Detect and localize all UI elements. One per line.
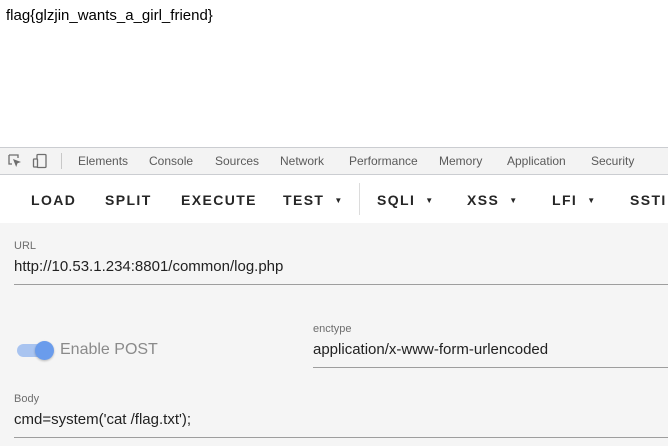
tab-network[interactable]: Network [280,154,324,168]
load-button[interactable]: LOAD [31,192,76,208]
tab-console[interactable]: Console [149,154,193,168]
execute-button[interactable]: EXECUTE [181,192,257,208]
enable-post-label: Enable POST [60,341,158,358]
ssti-dropdown[interactable]: SSTI [630,192,667,208]
inspect-element-icon[interactable] [7,153,23,169]
lfi-dropdown[interactable]: LFI ▼ [552,192,595,208]
enctype-select[interactable]: application/x-www-form-urlencoded [313,341,548,358]
enctype-underline [313,367,668,368]
device-toolbar-icon[interactable] [32,153,48,169]
body-input[interactable]: cmd=system('cat /flag.txt'); [14,411,191,428]
tab-sources[interactable]: Sources [215,154,259,168]
tab-memory[interactable]: Memory [439,154,482,168]
sqli-dropdown[interactable]: SQLI ▼ [377,192,433,208]
url-input[interactable]: http://10.53.1.234:8801/common/log.php [14,258,283,275]
page-flag-text: flag{glzjin_wants_a_girl_friend} [6,7,213,24]
url-label: URL [14,240,37,252]
split-button[interactable]: SPLIT [105,192,152,208]
caret-down-icon: ▼ [587,196,596,205]
enctype-label: enctype [313,323,352,335]
body-underline [14,437,668,438]
caret-down-icon: ▼ [425,196,434,205]
tab-security[interactable]: Security [591,154,634,168]
toggle-knob [35,341,54,360]
devtools-divider [61,153,62,169]
toolbar-divider [359,183,360,215]
caret-down-icon: ▼ [334,196,343,205]
tab-elements[interactable]: Elements [78,154,128,168]
caret-down-icon: ▼ [509,196,518,205]
enable-post-toggle[interactable] [15,341,55,360]
request-form: URL http://10.53.1.234:8801/common/log.p… [0,223,668,446]
url-underline [14,284,668,285]
test-dropdown[interactable]: TEST ▼ [283,192,342,208]
xss-dropdown[interactable]: XSS ▼ [467,192,517,208]
tab-performance[interactable]: Performance [349,154,418,168]
tab-application[interactable]: Application [507,154,566,168]
devtools-tab-bar: Elements Console Sources Network Perform… [0,147,668,175]
body-label: Body [14,393,40,405]
hackbar-toolbar: LOAD SPLIT EXECUTE TEST ▼ SQLI ▼ XSS ▼ LFI ▼… [0,175,668,223]
page-viewport: flag{glzjin_wants_a_girl_friend} [0,0,668,147]
